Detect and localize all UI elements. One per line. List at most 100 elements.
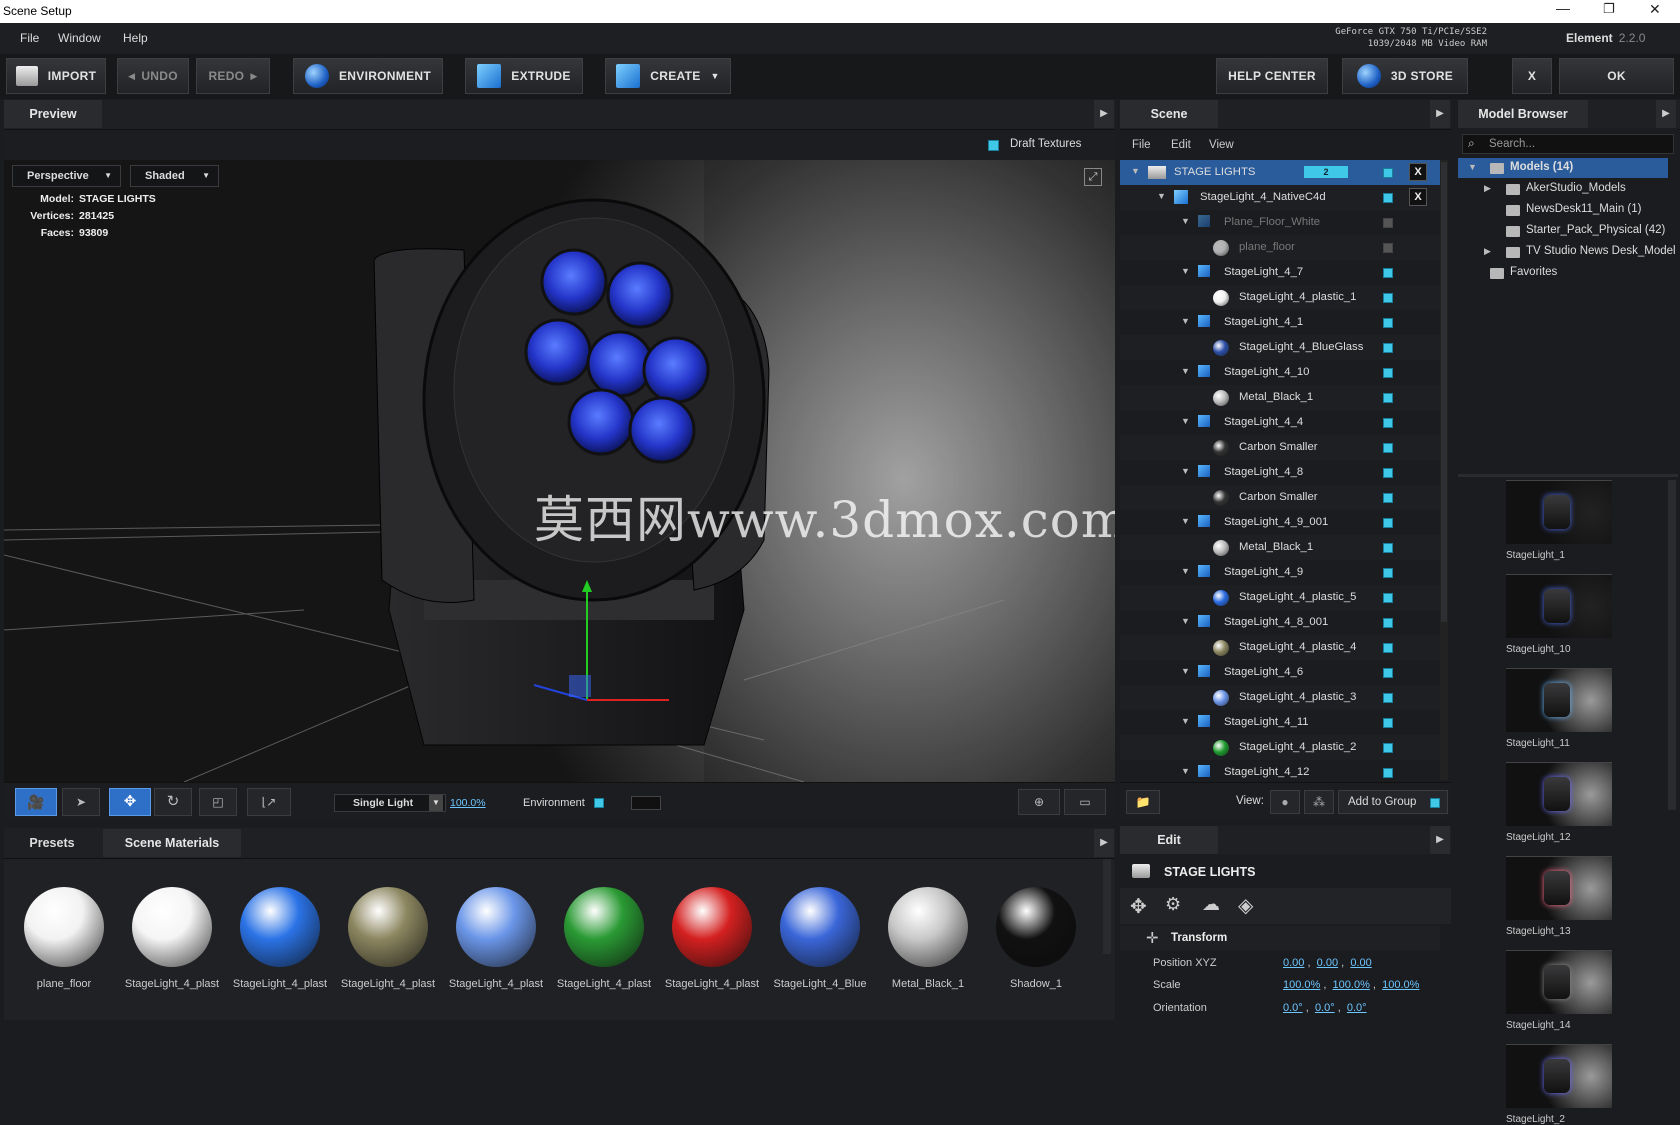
scale-z[interactable]: 100.0% (1382, 979, 1419, 991)
material-sphere[interactable] (996, 887, 1076, 967)
expand-toggle-icon[interactable]: ▼ (1181, 316, 1190, 326)
visibility-checkbox[interactable] (1383, 168, 1393, 178)
orientation-z[interactable]: 0.0° (1347, 1002, 1367, 1014)
scene-material-row[interactable]: StageLight_4_plastic_1 (1120, 285, 1440, 310)
scene-object-row[interactable]: ▼ StageLight_4_4 (1120, 410, 1440, 435)
scene-object-row[interactable]: ▼ StageLight_4_12 (1120, 760, 1440, 782)
visibility-checkbox[interactable] (1383, 468, 1393, 478)
visibility-checkbox[interactable] (1383, 643, 1393, 653)
tab-preview[interactable]: Preview (4, 100, 102, 128)
visibility-checkbox[interactable] (1383, 368, 1393, 378)
view-mode-dropdown[interactable]: Perspective ▼ (12, 165, 121, 187)
remove-object-button[interactable]: X (1409, 188, 1427, 206)
3d-viewport[interactable]: Perspective ▼ Shaded ▼ Model: Vertices: Fa… (4, 160, 1115, 782)
scene-object-row[interactable]: ▼ StageLight_4_8 (1120, 460, 1440, 485)
material-sphere[interactable] (132, 887, 212, 967)
menu-help[interactable]: Help (123, 31, 148, 45)
visibility-checkbox[interactable] (1383, 518, 1393, 528)
restore-icon[interactable]: ❐ (1603, 1, 1615, 17)
pivot-icon[interactable]: ◈ (1238, 893, 1253, 918)
expand-toggle-icon[interactable]: ▼ (1181, 566, 1190, 576)
scene-object-row[interactable]: ▼ StageLight_4_9 (1120, 560, 1440, 585)
orientation-x[interactable]: 0.0° (1283, 1002, 1303, 1014)
ok-button[interactable]: OK (1559, 58, 1674, 94)
target-icon[interactable]: ⊕ (1018, 789, 1060, 815)
expand-toggle-icon[interactable]: ▼ (1157, 191, 1166, 201)
materials-expand-icon[interactable]: ▶ (1094, 829, 1114, 857)
visibility-checkbox[interactable] (1383, 343, 1393, 353)
thumbnails-scrollbar[interactable] (1668, 480, 1676, 810)
close-icon[interactable]: ✕ (1649, 1, 1661, 18)
model-tree-item[interactable]: ▼ Models (14) (1458, 158, 1668, 178)
visibility-checkbox[interactable] (1383, 493, 1393, 503)
create-button[interactable]: CREATE ▼ (605, 58, 731, 94)
model-thumbnail[interactable] (1506, 668, 1612, 732)
model-thumbnail[interactable] (1506, 950, 1612, 1014)
move-tool-icon[interactable]: ✥ (1130, 894, 1147, 919)
model-thumbnail[interactable] (1506, 762, 1612, 826)
expand-toggle-icon[interactable]: ▼ (1181, 666, 1190, 676)
model-thumbnail[interactable] (1506, 1044, 1612, 1108)
preview-expand-icon[interactable]: ▶ (1094, 100, 1114, 128)
visibility-checkbox[interactable] (1383, 693, 1393, 703)
expand-toggle-icon[interactable]: ▼ (1181, 716, 1190, 726)
visibility-checkbox[interactable] (1383, 218, 1393, 228)
3d-store-button[interactable]: 3D STORE (1342, 58, 1468, 94)
model-tree-item[interactable]: Favorites (1458, 263, 1668, 283)
undo-button[interactable]: ◀ UNDO (117, 58, 189, 94)
shading-dropdown[interactable]: Shaded ▼ (130, 165, 219, 187)
search-input[interactable]: ⌕ Search... (1462, 134, 1674, 154)
material-sphere[interactable] (240, 887, 320, 967)
add-to-group-button[interactable]: Add to Group (1338, 790, 1448, 814)
group-count-badge[interactable]: 2 (1304, 166, 1348, 178)
visibility-checkbox[interactable] (1383, 418, 1393, 428)
minimize-icon[interactable]: — (1556, 0, 1570, 16)
model-thumbnail[interactable] (1506, 856, 1612, 920)
visibility-checkbox[interactable] (1383, 293, 1393, 303)
redo-button[interactable]: REDO ▶ (196, 58, 270, 94)
objects-view-icon[interactable]: ⁂ (1304, 790, 1334, 814)
visibility-checkbox[interactable] (1383, 318, 1393, 328)
environment-swatch[interactable] (631, 796, 661, 810)
tab-presets[interactable]: Presets (4, 829, 100, 857)
scale-x[interactable]: 100.0% (1283, 979, 1320, 991)
scene-material-row[interactable]: Carbon Smaller (1120, 435, 1440, 460)
expand-toggle-icon[interactable]: ▼ (1181, 516, 1190, 526)
model-thumbnail[interactable] (1506, 574, 1612, 638)
expand-toggle-icon[interactable]: ▼ (1131, 166, 1140, 176)
visibility-checkbox[interactable] (1383, 593, 1393, 603)
model-thumbnail[interactable] (1506, 480, 1612, 544)
visibility-checkbox[interactable] (1383, 668, 1393, 678)
expand-toggle-icon[interactable]: ▶ (1484, 246, 1491, 257)
scene-material-row[interactable]: Metal_Black_1 (1120, 535, 1440, 560)
material-sphere[interactable] (564, 887, 644, 967)
visibility-checkbox[interactable] (1383, 243, 1393, 253)
scene-object-row[interactable]: ▼ StageLight_4_6 (1120, 660, 1440, 685)
scale-y[interactable]: 100.0% (1333, 979, 1370, 991)
expand-toggle-icon[interactable]: ▼ (1181, 616, 1190, 626)
expand-toggle-icon[interactable]: ▼ (1181, 416, 1190, 426)
tab-scene[interactable]: Scene (1120, 100, 1218, 128)
visibility-checkbox[interactable] (1383, 718, 1393, 728)
expand-toggle-icon[interactable]: ▼ (1181, 216, 1190, 226)
menu-window[interactable]: Window (58, 31, 101, 45)
draft-textures-checkbox[interactable] (988, 140, 999, 151)
axis-icon[interactable]: ⌊↗ (247, 788, 291, 816)
model-tree-item[interactable]: ▶ AkerStudio_Models (1458, 179, 1668, 199)
expand-toggle-icon[interactable]: ▼ (1181, 766, 1190, 776)
scene-object-row[interactable]: ▼ StageLight_4_9_001 (1120, 510, 1440, 535)
scene-material-row[interactable]: StageLight_4_BlueGlass (1120, 335, 1440, 360)
scene-menu-view[interactable]: View (1209, 139, 1234, 151)
scale-icon[interactable]: ◰ (199, 788, 237, 816)
extrude-button[interactable]: EXTRUDE (465, 58, 583, 94)
lighting-dropdown[interactable]: Single Light ▼ (334, 794, 446, 812)
position-x[interactable]: 0.00 (1283, 957, 1304, 969)
scene-object-row[interactable]: ▼ StageLight_4_11 (1120, 710, 1440, 735)
gears-icon[interactable]: ⚙ (1165, 894, 1181, 915)
monitor-icon[interactable]: ▭ (1064, 789, 1106, 815)
material-sphere[interactable] (456, 887, 536, 967)
menu-file[interactable]: File (20, 31, 39, 45)
rotate-icon[interactable]: ↻ (154, 788, 192, 816)
move-icon[interactable]: ✥ (109, 788, 151, 816)
orientation-y[interactable]: 0.0° (1315, 1002, 1335, 1014)
